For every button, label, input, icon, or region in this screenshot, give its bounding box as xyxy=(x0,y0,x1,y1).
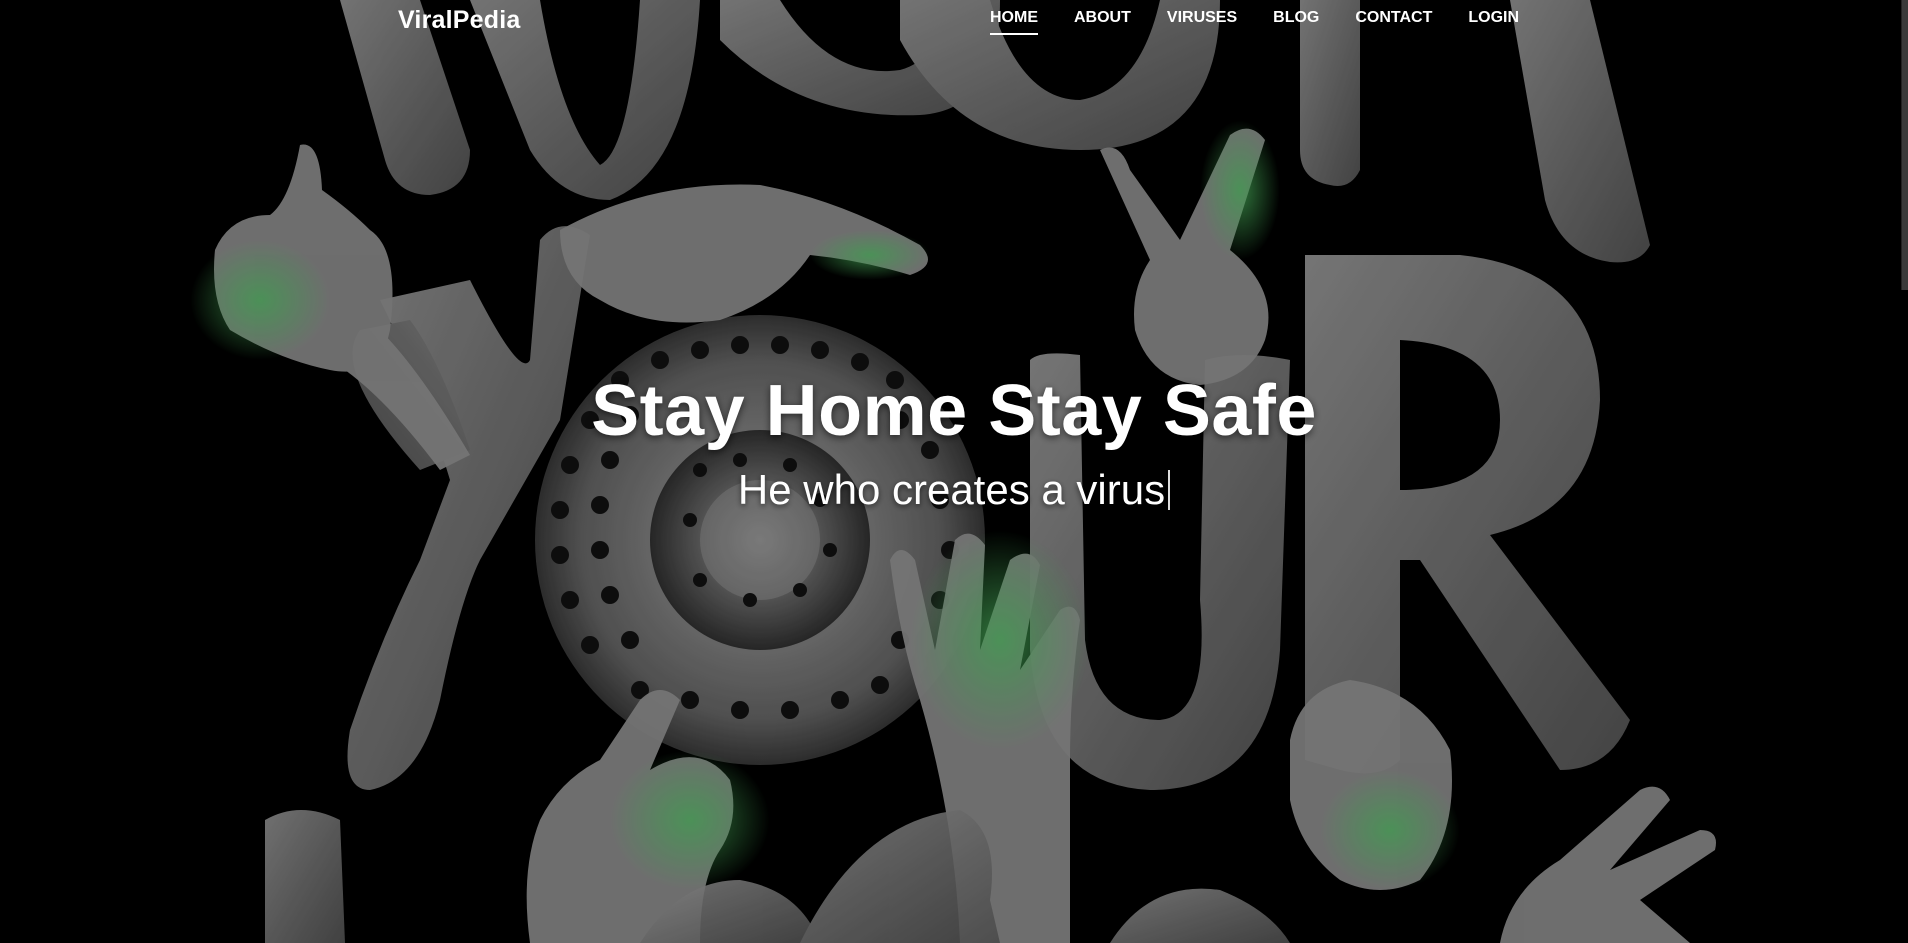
nav-about[interactable]: ABOUT xyxy=(1074,9,1131,35)
hero-title: Stay Home Stay Safe xyxy=(591,371,1317,451)
nav-login[interactable]: LOGIN xyxy=(1468,9,1519,35)
top-navbar: ViralPedia HOME ABOUT VIRUSES BLOG CONTA… xyxy=(0,0,1908,40)
brand-logo[interactable]: ViralPedia xyxy=(398,6,520,35)
hero-section: Stay Home Stay Safe He who creates a vir… xyxy=(0,370,1908,514)
hero-subtitle-text: He who creates a virus xyxy=(737,466,1166,513)
nav-viruses[interactable]: VIRUSES xyxy=(1167,9,1237,35)
nav-contact[interactable]: CONTACT xyxy=(1355,9,1432,35)
hero-subtitle-typing: He who creates a virus xyxy=(737,466,1171,514)
nav-links: HOME ABOUT VIRUSES BLOG CONTACT LOGIN xyxy=(990,9,1555,35)
vertical-scrollbar[interactable] xyxy=(1901,0,1908,290)
page: ViralPedia HOME ABOUT VIRUSES BLOG CONTA… xyxy=(0,0,1908,943)
nav-home[interactable]: HOME xyxy=(990,9,1038,35)
nav-blog[interactable]: BLOG xyxy=(1273,9,1319,35)
typing-caret xyxy=(1168,470,1171,510)
